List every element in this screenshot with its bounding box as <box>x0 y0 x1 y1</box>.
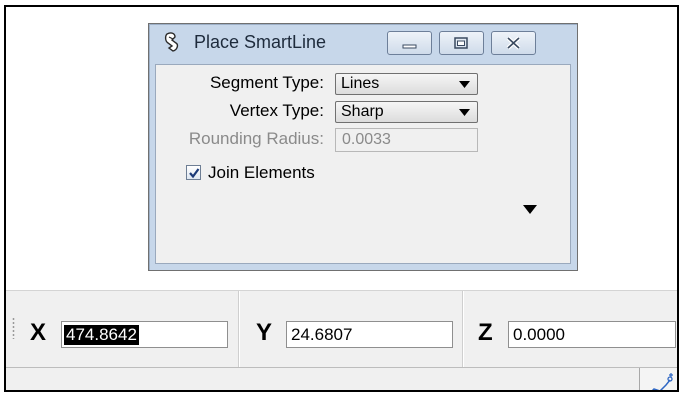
segment-type-label: Segment Type: <box>209 73 324 92</box>
maximize-button[interactable] <box>439 31 484 55</box>
z-coordinate-value: 0.0000 <box>513 325 565 344</box>
chevron-down-icon <box>459 81 470 88</box>
z-coordinate-input[interactable]: 0.0000 <box>508 321 676 348</box>
rounding-radius-input[interactable]: 0.0033 <box>335 128 478 152</box>
toolbar-separator <box>462 291 463 367</box>
x-coordinate-value: 474.8642 <box>64 325 139 345</box>
dialog-title: Place SmartLine <box>194 32 327 52</box>
app-frame: Place SmartLine Segment Type: Lines Vert… <box>4 5 679 392</box>
toolbar-separator <box>238 291 239 367</box>
y-axis-label: Y <box>256 319 273 346</box>
segment-type-dropdown[interactable]: Lines <box>335 73 478 95</box>
dialog-titlebar[interactable]: Place SmartLine <box>149 24 577 62</box>
y-coordinate-value: 24.6807 <box>291 325 353 344</box>
dialog-body: Segment Type: Lines Vertex Type: Sharp R… <box>155 64 571 264</box>
chevron-down-icon <box>459 109 470 116</box>
vertex-type-label: Vertex Type: <box>229 101 324 120</box>
status-bar-tool-button[interactable] <box>639 368 677 390</box>
accudraw-coordinate-toolbar: X 474.8642 Y 24.6807 Z 0.0000 <box>6 290 677 367</box>
close-button[interactable] <box>491 31 536 55</box>
rounding-radius-label: Rounding Radius: <box>188 129 324 148</box>
x-axis-label: X <box>30 319 47 346</box>
segment-type-value: Lines <box>341 75 380 92</box>
expand-arrow-icon[interactable] <box>523 205 537 214</box>
maximize-icon <box>454 37 468 49</box>
vertex-type-value: Sharp <box>341 103 384 120</box>
rounding-radius-value: 0.0033 <box>342 131 391 148</box>
join-elements-label: Join Elements <box>208 163 315 182</box>
checkmark-icon <box>189 168 200 179</box>
close-icon <box>506 36 521 50</box>
z-axis-label: Z <box>478 319 493 346</box>
snap-mode-icon <box>651 373 673 390</box>
x-coordinate-input[interactable]: 474.8642 <box>61 321 228 348</box>
vertex-type-dropdown[interactable]: Sharp <box>335 101 478 123</box>
minimize-button[interactable] <box>387 31 432 55</box>
join-elements-checkbox[interactable] <box>186 165 201 180</box>
y-coordinate-input[interactable]: 24.6807 <box>286 321 453 348</box>
status-bar <box>6 367 677 390</box>
place-smartline-dialog: Place SmartLine Segment Type: Lines Vert… <box>148 23 578 271</box>
toolbar-grip[interactable] <box>12 317 15 339</box>
smartline-tool-icon <box>164 32 179 52</box>
minimize-icon <box>402 44 417 49</box>
